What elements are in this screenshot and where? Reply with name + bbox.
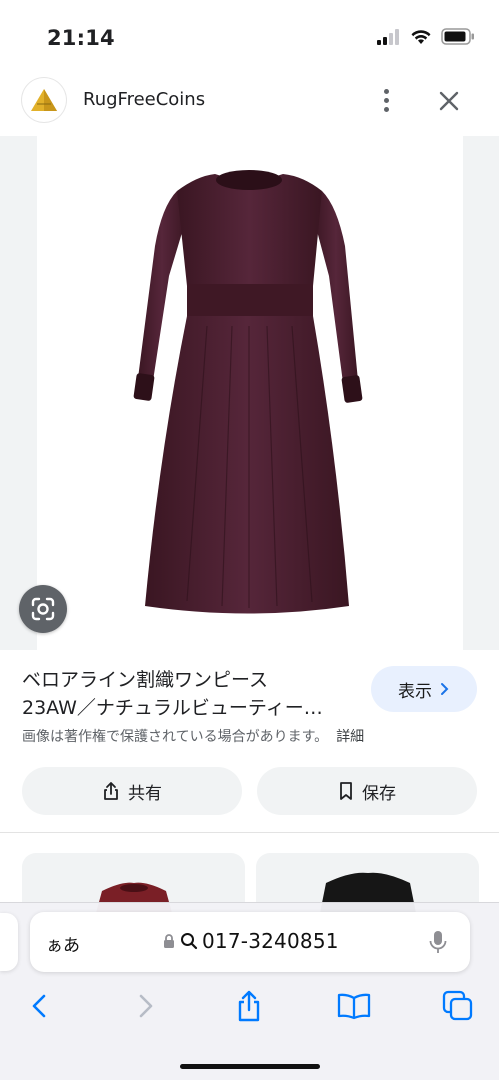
save-button[interactable]: 保存 — [257, 767, 477, 815]
battery-icon — [441, 28, 474, 45]
save-label: 保存 — [362, 783, 396, 804]
product-title-line1: ベロアライン割織ワンピース — [22, 669, 269, 691]
share-icon — [238, 990, 260, 1022]
tabs-button[interactable] — [438, 986, 478, 1026]
product-title[interactable]: ベロアライン割織ワンピース 23AW／ナチュラルビューティー… — [22, 666, 362, 722]
copyright-text: 画像は著作権で保護されている場合があります。 — [22, 729, 329, 745]
product-image-area[interactable] — [0, 136, 499, 650]
share-icon — [104, 782, 118, 800]
pyramid-logo-icon — [31, 89, 57, 111]
tabs-icon — [442, 990, 473, 1021]
more-options-button[interactable] — [372, 84, 400, 116]
url-text: 017-3240851 — [202, 929, 339, 953]
mic-icon[interactable] — [428, 929, 448, 955]
share-label: 共有 — [128, 783, 162, 804]
back-icon — [32, 994, 46, 1018]
previous-tab-edge[interactable] — [0, 913, 18, 971]
copyright-notice: 画像は著作権で保護されている場合があります。 詳細 — [22, 726, 364, 746]
product-image[interactable] — [37, 136, 463, 650]
status-bar: 21:14 — [0, 0, 499, 74]
forward-button[interactable] — [126, 986, 166, 1026]
bookmarks-icon — [337, 993, 371, 1020]
url-group[interactable]: 017-3240851 — [162, 929, 339, 953]
cellular-icon — [377, 28, 399, 45]
forward-icon — [139, 994, 153, 1018]
divider — [0, 832, 499, 833]
product-title-line2: 23AW／ナチュラルビューティー… — [22, 697, 323, 719]
view-button[interactable]: 表示 — [371, 666, 477, 712]
page-settings-button[interactable]: ぁあ — [46, 931, 80, 956]
share-button[interactable]: 共有 — [22, 767, 242, 815]
back-button[interactable] — [19, 986, 59, 1026]
wifi-icon — [411, 29, 431, 44]
site-header: RugFreeCoins — [0, 74, 499, 134]
safari-toolbar — [0, 986, 499, 1026]
close-icon — [439, 91, 459, 111]
more-vert-icon — [383, 88, 389, 94]
home-indicator — [180, 1064, 320, 1069]
status-time: 21:14 — [47, 26, 115, 50]
bookmark-icon — [340, 782, 352, 800]
status-icons — [377, 28, 475, 45]
bookmarks-button[interactable] — [334, 986, 374, 1026]
view-label: 表示 — [398, 681, 432, 702]
dress-image — [133, 170, 363, 614]
site-logo[interactable] — [22, 78, 66, 122]
share-sheet-button[interactable] — [229, 986, 269, 1026]
details-link[interactable]: 詳細 — [336, 729, 364, 745]
search-icon — [181, 933, 198, 950]
google-lens-button[interactable] — [19, 585, 67, 633]
chevron-right-icon — [441, 683, 449, 695]
close-button[interactable] — [434, 86, 464, 116]
lock-icon — [164, 934, 174, 948]
address-bar[interactable]: ぁあ 017-3240851 — [30, 912, 470, 972]
site-name[interactable]: RugFreeCoins — [83, 89, 205, 110]
lens-icon — [31, 597, 55, 621]
